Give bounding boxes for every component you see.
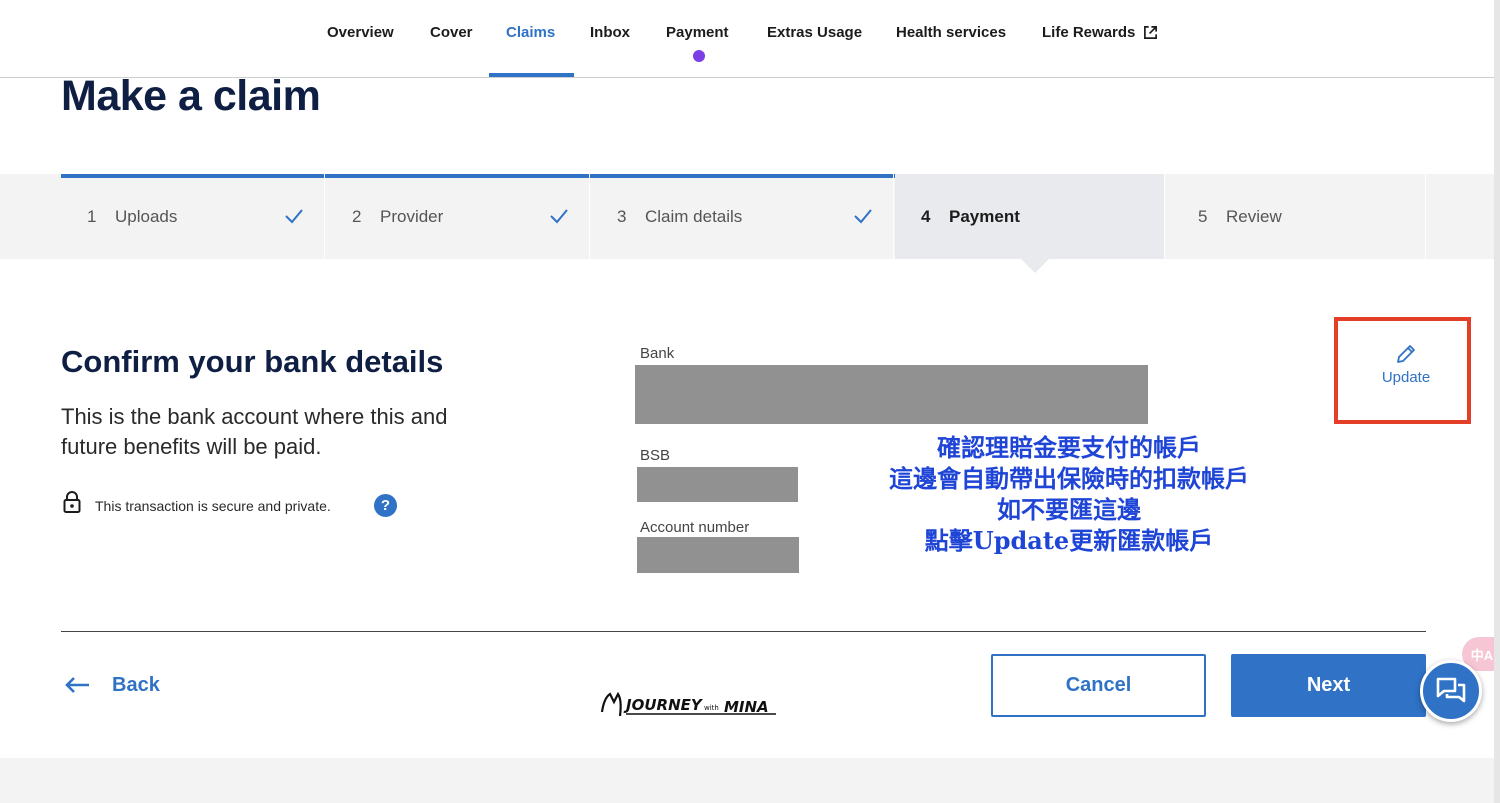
page-title: Make a claim xyxy=(61,72,321,120)
chat-icon xyxy=(1436,677,1466,703)
nav-item-extras-usage[interactable]: Extras Usage xyxy=(767,24,862,41)
account-number-label: Account number xyxy=(640,519,750,536)
update-label: Update xyxy=(1381,369,1431,386)
cancel-button[interactable]: Cancel xyxy=(991,654,1206,717)
bsb-label: BSB xyxy=(640,447,671,464)
svg-text:with: with xyxy=(704,704,719,712)
bank-label: Bank xyxy=(640,345,675,362)
step-label: Uploads xyxy=(115,206,178,226)
nav-item-life-rewards[interactable]: Life Rewards xyxy=(1042,24,1135,41)
nav-item-cover[interactable]: Cover xyxy=(430,24,473,41)
top-nav: Overview Cover Claims Inbox Payment Extr… xyxy=(0,0,1500,78)
secure-transaction-text: This transaction is secure and private. xyxy=(95,498,331,514)
help-icon[interactable]: ? xyxy=(374,494,397,517)
annotation-line: 這邊會自動帶出保險時的扣款帳戶 xyxy=(889,464,1249,493)
update-button[interactable]: Update xyxy=(1370,343,1442,393)
scrollbar[interactable] xyxy=(1494,0,1500,803)
chat-button[interactable] xyxy=(1420,660,1482,722)
lock-icon xyxy=(63,491,81,513)
section-description: This is the bank account where this and … xyxy=(61,404,448,459)
step-claim-details[interactable]: 3 Claim details xyxy=(591,174,894,259)
section-title: Confirm your bank details xyxy=(61,344,444,379)
step-payment[interactable]: 4 Payment xyxy=(895,174,1165,259)
nav-item-inbox[interactable]: Inbox xyxy=(590,24,630,41)
external-link-icon xyxy=(1144,26,1157,39)
chinese-annotation: 確認理賠金要支付的帳戶 這邊會自動帶出保險時的扣款帳戶 如不要匯這邊 點擊Upd… xyxy=(864,432,1274,556)
step-number: 2 xyxy=(352,206,362,226)
step-review[interactable]: 5 Review xyxy=(1166,174,1426,259)
back-button[interactable]: Back xyxy=(64,669,160,701)
annotation-line: 如不要匯這邊 xyxy=(997,495,1141,524)
step-number: 1 xyxy=(87,206,97,226)
bsb-value-redacted xyxy=(637,467,798,502)
pencil-icon xyxy=(1397,345,1415,363)
step-number: 5 xyxy=(1198,206,1208,226)
annotation-line: 確認理賠金要支付的帳戶 xyxy=(937,433,1201,462)
checkmark-icon xyxy=(285,209,303,224)
step-number: 3 xyxy=(617,206,627,226)
svg-text:JOURNEY: JOURNEY xyxy=(623,696,704,714)
footer-divider xyxy=(61,631,1426,632)
journey-with-mina-watermark: JOURNEY with MINA xyxy=(600,691,776,717)
page-footer-band xyxy=(0,758,1500,803)
nav-item-claims[interactable]: Claims xyxy=(506,24,555,41)
next-button[interactable]: Next xyxy=(1231,654,1426,717)
payment-notification-dot xyxy=(693,50,705,62)
step-uploads[interactable]: 1 Uploads xyxy=(61,174,325,259)
step-label: Review xyxy=(1226,206,1282,226)
step-label: Provider xyxy=(380,206,444,226)
step-number: 4 xyxy=(921,206,931,226)
checkmark-icon xyxy=(854,209,872,224)
nav-active-indicator xyxy=(489,73,574,77)
active-step-pointer xyxy=(1021,259,1049,273)
account-number-value-redacted xyxy=(637,537,799,573)
annotation-line: 點擊Update更新匯款帳戶 xyxy=(924,526,1214,555)
nav-item-overview[interactable]: Overview xyxy=(327,24,394,41)
arrow-left-icon xyxy=(65,677,89,693)
step-label: Payment xyxy=(949,206,1020,226)
bank-value-redacted xyxy=(635,365,1148,424)
step-label: Claim details xyxy=(645,206,743,226)
step-provider[interactable]: 2 Provider xyxy=(326,174,590,259)
back-label: Back xyxy=(112,673,160,696)
nav-item-health-services[interactable]: Health services xyxy=(896,24,1006,41)
nav-item-payment[interactable]: Payment xyxy=(666,24,729,41)
svg-text:MINA: MINA xyxy=(724,698,769,716)
checkmark-icon xyxy=(550,209,568,224)
